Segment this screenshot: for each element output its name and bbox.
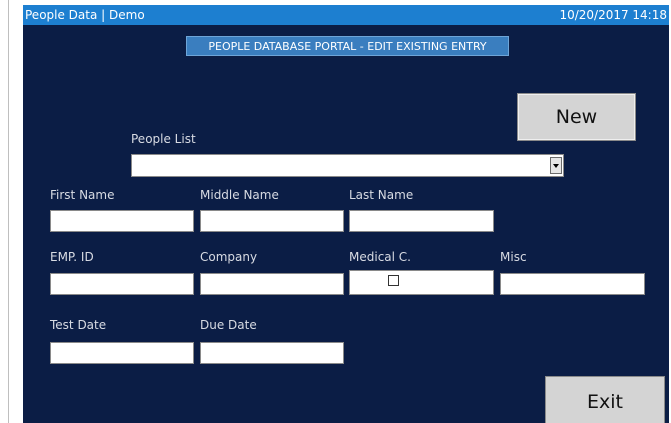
medical-c-label: Medical C. bbox=[349, 250, 411, 264]
medical-c-field bbox=[349, 270, 494, 295]
medical-c-checkbox[interactable] bbox=[388, 275, 399, 286]
people-list-label: People List bbox=[131, 132, 196, 146]
middle-name-label: Middle Name bbox=[200, 188, 279, 202]
datetime-display: 10/20/2017 14:18 bbox=[559, 8, 667, 22]
title-bar: People Data | Demo 10/20/2017 14:18 bbox=[23, 5, 669, 25]
company-field[interactable] bbox=[200, 273, 344, 295]
first-name-label: First Name bbox=[50, 188, 115, 202]
last-name-field[interactable] bbox=[349, 210, 494, 232]
due-date-label: Due Date bbox=[200, 318, 257, 332]
exit-button[interactable]: Exit bbox=[545, 376, 665, 423]
company-label: Company bbox=[200, 250, 258, 264]
middle-name-field[interactable] bbox=[200, 210, 344, 232]
chevron-down-icon[interactable] bbox=[550, 157, 562, 174]
window-title: People Data | Demo bbox=[25, 8, 145, 22]
emp-id-field[interactable] bbox=[50, 273, 194, 295]
app-window: People Data | Demo 10/20/2017 14:18 PEOP… bbox=[23, 5, 669, 423]
window-left-border bbox=[8, 0, 9, 423]
misc-field[interactable] bbox=[500, 273, 645, 295]
emp-id-label: EMP. ID bbox=[50, 250, 94, 264]
new-button[interactable]: New bbox=[517, 93, 636, 141]
misc-label: Misc bbox=[500, 250, 527, 264]
test-date-field[interactable] bbox=[50, 342, 194, 364]
due-date-field[interactable] bbox=[200, 342, 344, 364]
last-name-label: Last Name bbox=[349, 188, 414, 202]
portal-banner: PEOPLE DATABASE PORTAL - EDIT EXISTING E… bbox=[186, 36, 509, 56]
people-list-dropdown[interactable] bbox=[131, 154, 564, 177]
test-date-label: Test Date bbox=[50, 318, 107, 332]
first-name-field[interactable] bbox=[50, 210, 194, 232]
